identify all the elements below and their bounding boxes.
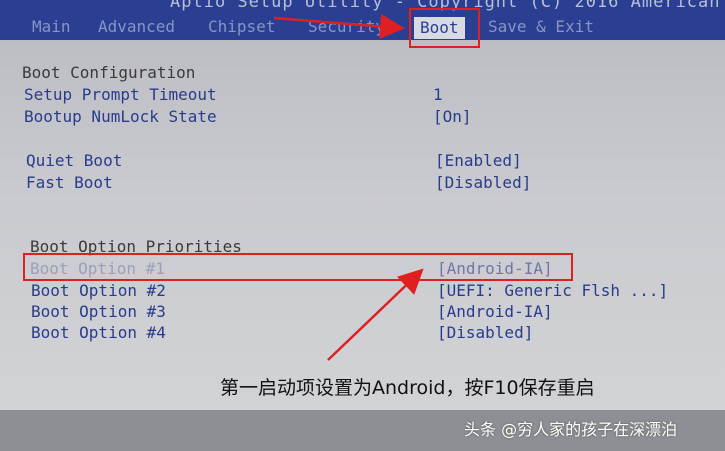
fast-boot-value[interactable]: [Disabled] [435, 173, 531, 192]
quiet-boot-label[interactable]: Quiet Boot [26, 151, 122, 170]
boot-option-4-value[interactable]: [Disabled] [437, 323, 533, 342]
boot-option-1-value[interactable]: [Android-IA] [437, 259, 553, 278]
boot-option-3-label[interactable]: Boot Option #3 [31, 302, 166, 321]
boot-option-2-label[interactable]: Boot Option #2 [31, 281, 166, 300]
boot-option-4-label[interactable]: Boot Option #4 [31, 323, 166, 342]
boot-option-3-value[interactable]: [Android-IA] [437, 302, 553, 321]
boot-option-2-value[interactable]: [UEFI: Generic Flsh ...] [437, 281, 668, 300]
tab-main[interactable]: Main [32, 17, 71, 36]
bios-header-bar: Aptio Setup Utility - Copyright (C) 2016… [0, 0, 725, 40]
boot-configuration-heading: Boot Configuration [22, 63, 196, 82]
tab-save-exit[interactable]: Save & Exit [488, 17, 594, 36]
setup-prompt-timeout-label[interactable]: Setup Prompt Timeout [24, 85, 217, 104]
bootup-numlock-value[interactable]: [On] [433, 107, 472, 126]
boot-option-1-label[interactable]: Boot Option #1 [30, 259, 165, 278]
tab-chipset[interactable]: Chipset [208, 17, 275, 36]
bios-title: Aptio Setup Utility - Copyright (C) 2016… [170, 0, 721, 12]
tab-boot[interactable]: Boot [414, 17, 465, 39]
setup-prompt-timeout-value[interactable]: 1 [433, 85, 443, 104]
tab-security[interactable]: Security [308, 17, 385, 36]
fast-boot-label[interactable]: Fast Boot [26, 173, 113, 192]
boot-option-priorities-heading: Boot Option Priorities [30, 237, 242, 256]
tab-advanced[interactable]: Advanced [98, 17, 175, 36]
bootup-numlock-label[interactable]: Bootup NumLock State [24, 107, 217, 126]
watermark-text: 头条 @穷人家的孩子在深漂泊 [464, 420, 678, 439]
annotation-caption: 第一启动项设置为Android，按F10保存重启 [220, 377, 595, 399]
quiet-boot-value[interactable]: [Enabled] [435, 151, 522, 170]
